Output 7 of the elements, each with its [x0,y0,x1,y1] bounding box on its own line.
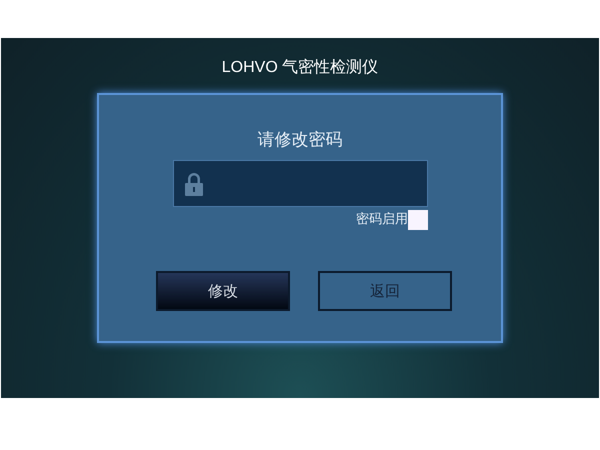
modify-button[interactable]: 修改 [156,271,290,311]
password-field[interactable] [173,160,428,207]
dialog-title: 请修改密码 [258,129,342,151]
checkbox-label: 密码启用 [356,211,408,229]
enable-checkbox[interactable] [408,210,428,230]
window-title: LOHVO 气密性检测仪 [222,59,378,77]
lock-icon [184,172,204,196]
